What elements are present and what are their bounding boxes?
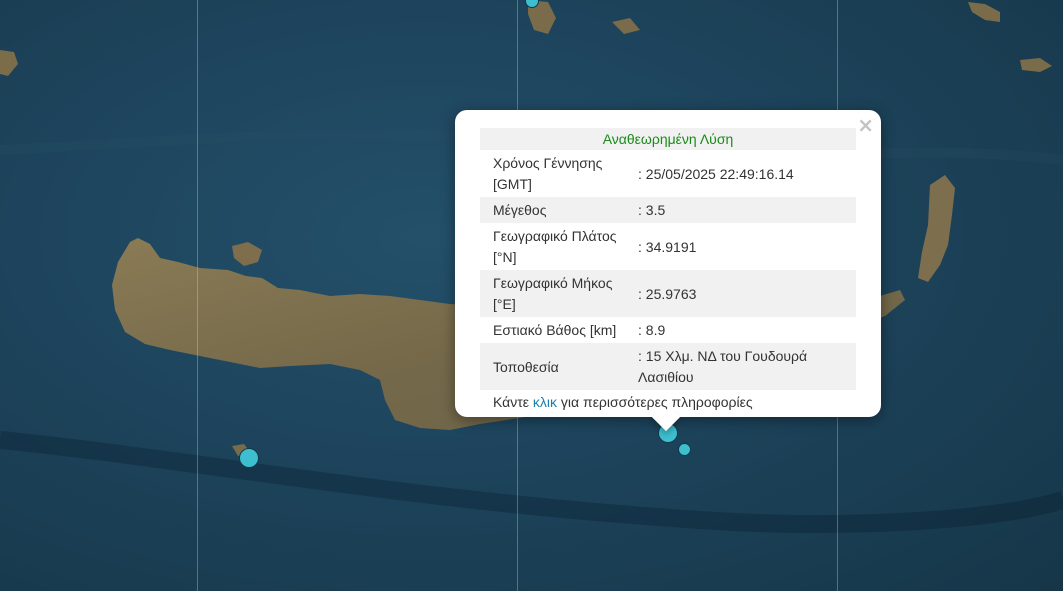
info-label: Γεωγραφικό Πλάτος [°N]	[493, 228, 617, 265]
info-value: : 3.5	[638, 202, 666, 218]
event-info-table: Αναθεωρημένη Λύση Χρόνος Γέννησης [GMT]:…	[480, 128, 856, 390]
info-row: Μέγεθος : 3.5	[480, 197, 856, 223]
info-label: Γεωγραφικό Μήκος [°E]	[493, 275, 613, 312]
popup-footer: Κάντε κλικ για περισσότερες πληροφορίες	[480, 390, 856, 411]
earthquake-marker[interactable]	[678, 443, 691, 456]
more-info-link[interactable]: κλικ	[533, 394, 557, 410]
info-label: Μέγεθος	[493, 202, 547, 218]
info-label: Εστιακό Βάθος [km]	[493, 322, 617, 338]
info-row: Χρόνος Γέννησης [GMT] : 25/05/2025 22:49:…	[480, 150, 856, 197]
info-label: Τοποθεσία	[493, 358, 559, 375]
info-row: Τοποθεσία : 15 Χλμ. ΝΔ του Γουδουρά Λασιθ…	[480, 343, 856, 390]
earthquake-popup: × Αναθεωρημένη Λύση Χρόνος Γέννησης [GMT…	[455, 110, 881, 432]
footer-suffix: για περισσότερες πληροφορίες	[557, 394, 753, 410]
map-view[interactable]: × Αναθεωρημένη Λύση Χρόνος Γέννησης [GMT…	[0, 0, 1063, 591]
info-value: : 25.9763	[638, 285, 697, 302]
popup-title: Αναθεωρημένη Λύση	[602, 131, 734, 147]
info-value: : 8.9	[638, 322, 666, 338]
info-value: : 15 Χλμ. ΝΔ του Γουδουρά Λασιθίου	[638, 348, 808, 385]
popup-title-row: Αναθεωρημένη Λύση	[480, 128, 856, 150]
info-value: : 34.9191	[638, 238, 697, 255]
info-row: Εστιακό Βάθος [km] : 8.9	[480, 317, 856, 343]
footer-prefix: Κάντε	[493, 394, 533, 410]
info-value: : 25/05/2025 22:49:16.14	[638, 165, 794, 182]
info-row: Γεωγραφικό Πλάτος [°N] : 34.9191	[480, 223, 856, 270]
info-row: Γεωγραφικό Μήκος [°E] : 25.9763	[480, 270, 856, 317]
earthquake-marker[interactable]	[239, 448, 259, 468]
close-icon[interactable]: ×	[857, 113, 874, 137]
meridian-line	[197, 0, 198, 591]
info-label: Χρόνος Γέννησης [GMT]	[493, 155, 603, 192]
popup-content: Αναθεωρημένη Λύση Χρόνος Γέννησης [GMT]:…	[480, 128, 856, 411]
